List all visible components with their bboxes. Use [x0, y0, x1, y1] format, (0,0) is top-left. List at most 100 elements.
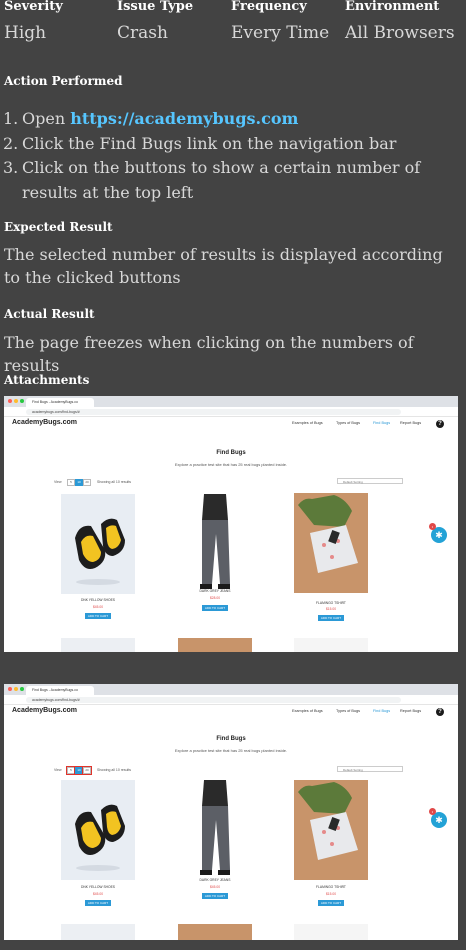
add-to-cart-button: ADD TO CART — [318, 615, 344, 621]
product-card: FLAMINGO TSHIRT $15.00 ADD TO CART — [294, 780, 368, 906]
attachment-screenshot[interactable]: Find Bugs - AcademyBugs.co academybugs.c… — [4, 396, 458, 652]
view-20-button: 20 — [83, 479, 91, 486]
jeans-image — [178, 780, 252, 880]
url-field: academybugs.com/find-bugs/# — [26, 408, 401, 415]
view-5-button: 5 — [66, 766, 76, 775]
tshirt-image — [294, 493, 368, 593]
steps-list: 1. Open https://academybugs.com 2. Click t… — [0, 107, 460, 205]
add-to-cart-button: ADD TO CART — [202, 605, 228, 611]
add-to-cart-button: ADD TO CART — [85, 613, 111, 619]
site-logo: AcademyBugs.com — [12, 707, 77, 714]
step-number: 2. — [3, 133, 19, 153]
step-number: 1. — [3, 109, 19, 128]
view-5-button: 5 — [67, 479, 75, 486]
expected-result-text: The selected number of results is displa… — [4, 245, 443, 287]
expected-result-heading: Expected Result — [4, 220, 113, 234]
product-peek — [178, 638, 252, 652]
step-number: 3. — [3, 158, 19, 177]
page-subtitle: Explore a practice test site that has 25… — [174, 462, 288, 467]
attachment-screenshot[interactable]: Find Bugs - AcademyBugs.co academybugs.c… — [4, 684, 458, 940]
add-to-cart-button: ADD TO CART — [318, 900, 344, 906]
product-card: DARK GREY JEANS $45.00 ADD TO CART — [178, 780, 252, 899]
nav-report: Report Bugs — [400, 709, 422, 713]
nav-report: Report Bugs — [400, 421, 422, 425]
actual-result-text: The page freezes when clicking on the nu… — [4, 333, 414, 375]
page-title: Find Bugs — [216, 736, 246, 742]
browser-tabbar: Find Bugs - AcademyBugs.co — [4, 684, 458, 695]
view-label: View — [54, 768, 62, 772]
product-peek — [178, 924, 252, 940]
close-dot-icon — [8, 399, 12, 403]
step-item: 3. Click on the buttons to show a certain… — [0, 156, 460, 205]
results-count: Showing all 10 results — [97, 480, 132, 484]
site-nav: AcademyBugs.com Examples of Bugs Types o… — [4, 417, 458, 430]
product-name: DARK GREY JEANS — [199, 589, 231, 593]
environment-label: Environment — [345, 0, 440, 14]
view-10-button: 10 — [74, 766, 84, 775]
environment-value: All Browsers — [345, 23, 455, 43]
product-peek — [61, 924, 135, 940]
browser-tab: Find Bugs - AcademyBugs.co — [26, 398, 94, 407]
shoe-image — [61, 494, 135, 594]
add-to-cart-button: ADD TO CART — [85, 900, 111, 906]
maximize-dot-icon — [20, 687, 24, 691]
shoe-image — [61, 780, 135, 880]
attachments-heading: Attachments — [4, 373, 90, 387]
view-10-button: 10 — [75, 479, 83, 486]
product-price: $45.00 — [92, 892, 104, 896]
step-item: 1. Open https://academybugs.com — [0, 107, 460, 132]
sort-select: Default Sorting — [337, 478, 403, 484]
product-price: $15.00 — [325, 607, 337, 611]
bug-count-badge-icon: • — [429, 808, 436, 815]
step-item: 2. Click the Find Bugs link on the naviga… — [0, 132, 460, 157]
issue-type-label: Issue Type — [117, 0, 194, 14]
severity-label: Severity — [4, 0, 63, 14]
product-name: FLAMINGO TSHIRT — [316, 601, 346, 605]
product-name: DNK YELLOW SHOES — [80, 885, 116, 889]
nav-examples: Examples of Bugs — [292, 421, 323, 425]
add-to-cart-button: ADD TO CART — [202, 893, 228, 899]
step-text: Click the Find Bugs link on the navigati… — [22, 133, 397, 153]
jeans-image — [178, 494, 252, 594]
product-name: FLAMINGO TSHIRT — [316, 885, 346, 889]
view-label: View — [54, 480, 62, 484]
nav-examples: Examples of Bugs — [292, 709, 323, 713]
nav-types: Types of Bugs — [336, 709, 361, 713]
help-icon: ? — [436, 420, 444, 428]
frequency-value: Every Time — [231, 23, 330, 43]
academybugs-link[interactable]: https://academybugs.com — [70, 109, 298, 128]
nav-find-bugs: Find Bugs — [373, 421, 391, 425]
product-price: $45.00 — [92, 605, 104, 609]
sort-select: Default Sorting — [337, 766, 403, 772]
product-peek — [61, 638, 135, 652]
nav-types: Types of Bugs — [336, 421, 361, 425]
frequency-label: Frequency — [231, 0, 307, 14]
product-peek — [294, 638, 368, 652]
address-bar: academybugs.com/find-bugs/# — [4, 695, 458, 705]
browser-tab: Find Bugs - AcademyBugs.co — [26, 686, 94, 695]
nav-find-bugs: Find Bugs — [373, 709, 391, 713]
minimize-dot-icon — [14, 399, 18, 403]
browser-tabbar: Find Bugs - AcademyBugs.co — [4, 396, 458, 407]
view-20-button: 20 — [82, 766, 92, 775]
step-text: Open — [22, 109, 71, 128]
step-text: Click on the buttons to show a certain n… — [22, 158, 421, 202]
site-logo: AcademyBugs.com — [12, 419, 77, 426]
product-card: FLAMINGO TSHIRT $15.00 ADD TO CART — [294, 493, 368, 621]
issue-type-value: Crash — [117, 23, 168, 43]
actual-result-heading: Actual Result — [4, 307, 95, 321]
tshirt-image — [294, 780, 368, 880]
product-peek — [294, 924, 368, 940]
address-bar: academybugs.com/find-bugs/# — [4, 407, 458, 417]
maximize-dot-icon — [20, 399, 24, 403]
product-card: DNK YELLOW SHOES $45.00 ADD TO CART — [61, 494, 135, 619]
page-title: Find Bugs — [216, 450, 246, 456]
bug-count-badge-icon: • — [429, 523, 436, 530]
action-performed-heading: Action Performed — [4, 74, 123, 88]
product-price: $15.00 — [325, 892, 337, 896]
help-icon: ? — [436, 708, 444, 716]
results-count: Showing all 10 results — [97, 768, 132, 772]
product-name: DNK YELLOW SHOES — [80, 598, 116, 602]
site-nav: AcademyBugs.com Examples of Bugs Types o… — [4, 705, 458, 718]
product-price: $45.00 — [209, 885, 221, 889]
